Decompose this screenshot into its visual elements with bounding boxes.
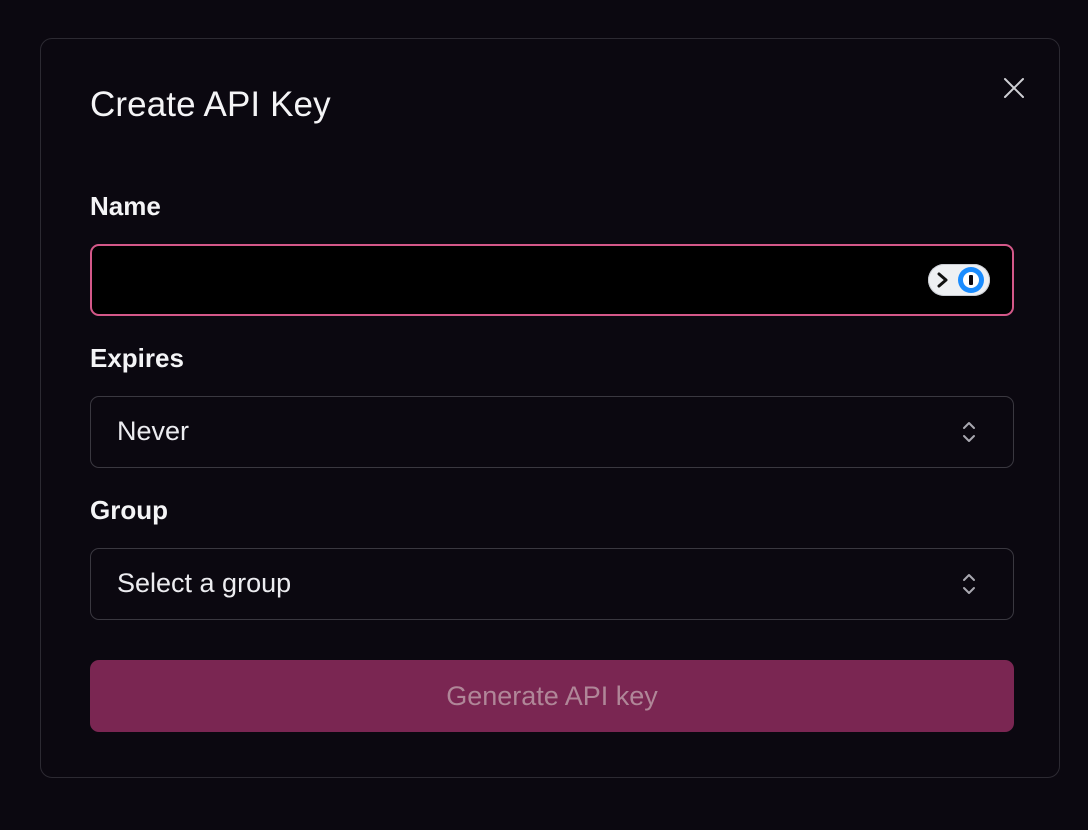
password-manager-button[interactable] xyxy=(928,264,990,296)
close-button[interactable] xyxy=(999,73,1029,103)
expires-selected-value: Never xyxy=(117,416,190,446)
name-input[interactable] xyxy=(92,246,912,314)
group-selected-value: Select a group xyxy=(117,568,292,598)
group-select[interactable]: Select a group xyxy=(90,548,1014,620)
name-field[interactable] xyxy=(90,244,1014,316)
chevron-up-down-icon xyxy=(963,422,975,442)
group-label: Group xyxy=(90,495,168,525)
chevron-up-down-icon xyxy=(963,574,975,594)
dialog-title: Create API Key xyxy=(90,85,331,124)
expires-label: Expires xyxy=(90,343,184,373)
create-api-key-dialog: Create API Key Name Expires Never Group … xyxy=(40,38,1060,778)
expires-select[interactable]: Never xyxy=(90,396,1014,468)
generate-api-key-button[interactable]: Generate API key xyxy=(90,660,1014,732)
name-label: Name xyxy=(90,191,161,221)
password-manager-icon xyxy=(958,267,984,293)
close-icon xyxy=(1004,78,1024,98)
chevron-right-icon xyxy=(937,272,948,288)
